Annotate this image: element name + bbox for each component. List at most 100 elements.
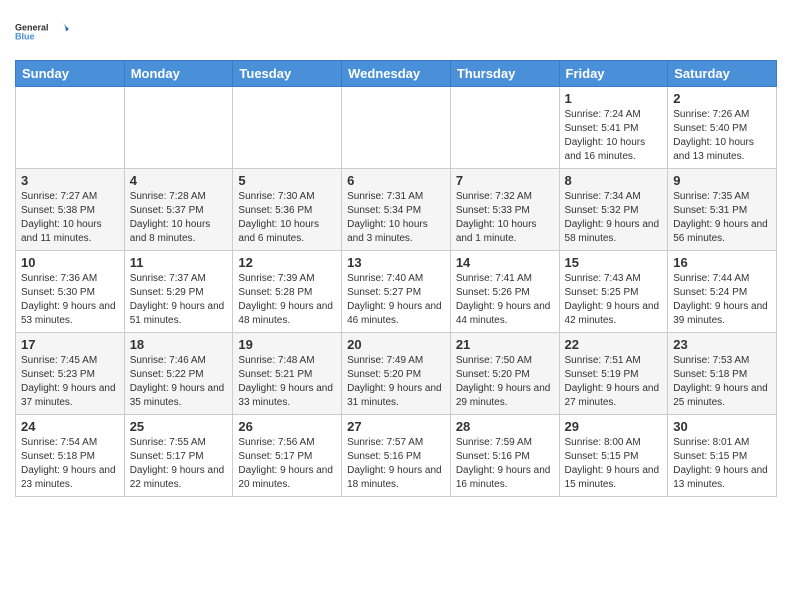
day-number: 4: [130, 173, 228, 188]
svg-text:General: General: [15, 23, 49, 33]
day-info: Sunrise: 8:01 AM Sunset: 5:15 PM Dayligh…: [673, 436, 771, 492]
day-number: 30: [673, 419, 771, 434]
day-number: 18: [130, 337, 228, 352]
day-number: 26: [238, 419, 336, 434]
weekday-header-saturday: Saturday: [668, 61, 777, 87]
day-info: Sunrise: 7:44 AM Sunset: 5:24 PM Dayligh…: [673, 272, 771, 328]
day-number: 16: [673, 255, 771, 270]
weekday-header-tuesday: Tuesday: [233, 61, 342, 87]
day-number: 17: [21, 337, 119, 352]
svg-text:Blue: Blue: [15, 32, 35, 42]
weekday-header-thursday: Thursday: [450, 61, 559, 87]
day-number: 3: [21, 173, 119, 188]
calendar-cell: 2 Sunrise: 7:26 AM Sunset: 5:40 PM Daylig…: [668, 87, 777, 169]
logo: General Blue: [15, 10, 70, 52]
calendar-cell: 24 Sunrise: 7:54 AM Sunset: 5:18 PM Dayli…: [16, 415, 125, 497]
calendar-cell: 28 Sunrise: 7:59 AM Sunset: 5:16 PM Dayli…: [450, 415, 559, 497]
day-number: 29: [565, 419, 663, 434]
calendar-cell: 30 Sunrise: 8:01 AM Sunset: 5:15 PM Dayli…: [668, 415, 777, 497]
day-info: Sunrise: 7:45 AM Sunset: 5:23 PM Dayligh…: [21, 354, 119, 410]
day-info: Sunrise: 7:48 AM Sunset: 5:21 PM Dayligh…: [238, 354, 336, 410]
calendar-cell: 4 Sunrise: 7:28 AM Sunset: 5:37 PM Daylig…: [124, 169, 233, 251]
day-info: Sunrise: 7:50 AM Sunset: 5:20 PM Dayligh…: [456, 354, 554, 410]
day-info: Sunrise: 7:53 AM Sunset: 5:18 PM Dayligh…: [673, 354, 771, 410]
day-number: 8: [565, 173, 663, 188]
calendar-cell: 21 Sunrise: 7:50 AM Sunset: 5:20 PM Dayli…: [450, 333, 559, 415]
calendar-header-row: SundayMondayTuesdayWednesdayThursdayFrid…: [16, 61, 777, 87]
day-number: 19: [238, 337, 336, 352]
day-number: 24: [21, 419, 119, 434]
day-number: 7: [456, 173, 554, 188]
calendar-week-4: 17 Sunrise: 7:45 AM Sunset: 5:23 PM Dayli…: [16, 333, 777, 415]
calendar-cell: [16, 87, 125, 169]
day-info: Sunrise: 7:57 AM Sunset: 5:16 PM Dayligh…: [347, 436, 445, 492]
calendar-week-1: 1 Sunrise: 7:24 AM Sunset: 5:41 PM Daylig…: [16, 87, 777, 169]
day-info: Sunrise: 7:49 AM Sunset: 5:20 PM Dayligh…: [347, 354, 445, 410]
day-info: Sunrise: 8:00 AM Sunset: 5:15 PM Dayligh…: [565, 436, 663, 492]
day-number: 14: [456, 255, 554, 270]
day-number: 21: [456, 337, 554, 352]
day-info: Sunrise: 7:55 AM Sunset: 5:17 PM Dayligh…: [130, 436, 228, 492]
day-number: 11: [130, 255, 228, 270]
day-number: 27: [347, 419, 445, 434]
day-info: Sunrise: 7:43 AM Sunset: 5:25 PM Dayligh…: [565, 272, 663, 328]
day-info: Sunrise: 7:37 AM Sunset: 5:29 PM Dayligh…: [130, 272, 228, 328]
calendar-cell: 15 Sunrise: 7:43 AM Sunset: 5:25 PM Dayli…: [559, 251, 668, 333]
calendar-cell: 13 Sunrise: 7:40 AM Sunset: 5:27 PM Dayli…: [342, 251, 451, 333]
calendar-cell: 18Sunrise: 7:46 AM Sunset: 5:22 PM Dayli…: [124, 333, 233, 415]
day-info: Sunrise: 7:51 AM Sunset: 5:19 PM Dayligh…: [565, 354, 663, 410]
calendar-table: SundayMondayTuesdayWednesdayThursdayFrid…: [15, 60, 777, 497]
day-number: 10: [21, 255, 119, 270]
calendar-cell: 10 Sunrise: 7:36 AM Sunset: 5:30 PM Dayli…: [16, 251, 125, 333]
day-info: Sunrise: 7:27 AM Sunset: 5:38 PM Dayligh…: [21, 190, 119, 246]
logo-svg: General Blue: [15, 10, 70, 52]
calendar-cell: 22 Sunrise: 7:51 AM Sunset: 5:19 PM Dayli…: [559, 333, 668, 415]
header: General Blue: [15, 10, 777, 52]
day-info: Sunrise: 7:59 AM Sunset: 5:16 PM Dayligh…: [456, 436, 554, 492]
day-number: 2: [673, 91, 771, 106]
calendar-cell: 16 Sunrise: 7:44 AM Sunset: 5:24 PM Dayli…: [668, 251, 777, 333]
calendar-cell: 25 Sunrise: 7:55 AM Sunset: 5:17 PM Dayli…: [124, 415, 233, 497]
calendar-cell: [450, 87, 559, 169]
weekday-header-sunday: Sunday: [16, 61, 125, 87]
weekday-header-monday: Monday: [124, 61, 233, 87]
day-info: Sunrise: 7:54 AM Sunset: 5:18 PM Dayligh…: [21, 436, 119, 492]
calendar-cell: 6 Sunrise: 7:31 AM Sunset: 5:34 PM Daylig…: [342, 169, 451, 251]
day-info: Sunrise: 7:32 AM Sunset: 5:33 PM Dayligh…: [456, 190, 554, 246]
calendar-cell: 7 Sunrise: 7:32 AM Sunset: 5:33 PM Daylig…: [450, 169, 559, 251]
calendar-cell: 27 Sunrise: 7:57 AM Sunset: 5:16 PM Dayli…: [342, 415, 451, 497]
calendar-week-2: 3 Sunrise: 7:27 AM Sunset: 5:38 PM Daylig…: [16, 169, 777, 251]
day-number: 20: [347, 337, 445, 352]
day-number: 15: [565, 255, 663, 270]
calendar-cell: 19 Sunrise: 7:48 AM Sunset: 5:21 PM Dayli…: [233, 333, 342, 415]
page: General Blue SundayMondayTuesdayWednesda…: [0, 0, 792, 612]
day-info: Sunrise: 7:28 AM Sunset: 5:37 PM Dayligh…: [130, 190, 228, 246]
day-info: Sunrise: 7:39 AM Sunset: 5:28 PM Dayligh…: [238, 272, 336, 328]
calendar-week-5: 24 Sunrise: 7:54 AM Sunset: 5:18 PM Dayli…: [16, 415, 777, 497]
day-number: 25: [130, 419, 228, 434]
day-number: 12: [238, 255, 336, 270]
calendar-cell: 1 Sunrise: 7:24 AM Sunset: 5:41 PM Daylig…: [559, 87, 668, 169]
day-number: 5: [238, 173, 336, 188]
calendar-cell: [124, 87, 233, 169]
calendar-cell: [342, 87, 451, 169]
calendar-cell: 14Sunrise: 7:41 AM Sunset: 5:26 PM Dayli…: [450, 251, 559, 333]
day-info: Sunrise: 7:24 AM Sunset: 5:41 PM Dayligh…: [565, 108, 663, 164]
calendar-cell: 17 Sunrise: 7:45 AM Sunset: 5:23 PM Dayli…: [16, 333, 125, 415]
day-number: 13: [347, 255, 445, 270]
day-info: Sunrise: 7:31 AM Sunset: 5:34 PM Dayligh…: [347, 190, 445, 246]
day-number: 28: [456, 419, 554, 434]
calendar-cell: 20 Sunrise: 7:49 AM Sunset: 5:20 PM Dayli…: [342, 333, 451, 415]
day-number: 1: [565, 91, 663, 106]
day-number: 6: [347, 173, 445, 188]
calendar-cell: 5Sunrise: 7:30 AM Sunset: 5:36 PM Daylig…: [233, 169, 342, 251]
calendar-cell: [233, 87, 342, 169]
day-info: Sunrise: 7:34 AM Sunset: 5:32 PM Dayligh…: [565, 190, 663, 246]
day-number: 23: [673, 337, 771, 352]
calendar-cell: 29 Sunrise: 8:00 AM Sunset: 5:15 PM Dayli…: [559, 415, 668, 497]
day-info: Sunrise: 7:40 AM Sunset: 5:27 PM Dayligh…: [347, 272, 445, 328]
day-info: Sunrise: 7:36 AM Sunset: 5:30 PM Dayligh…: [21, 272, 119, 328]
day-number: 22: [565, 337, 663, 352]
day-info: Sunrise: 7:26 AM Sunset: 5:40 PM Dayligh…: [673, 108, 771, 164]
day-info: Sunrise: 7:35 AM Sunset: 5:31 PM Dayligh…: [673, 190, 771, 246]
